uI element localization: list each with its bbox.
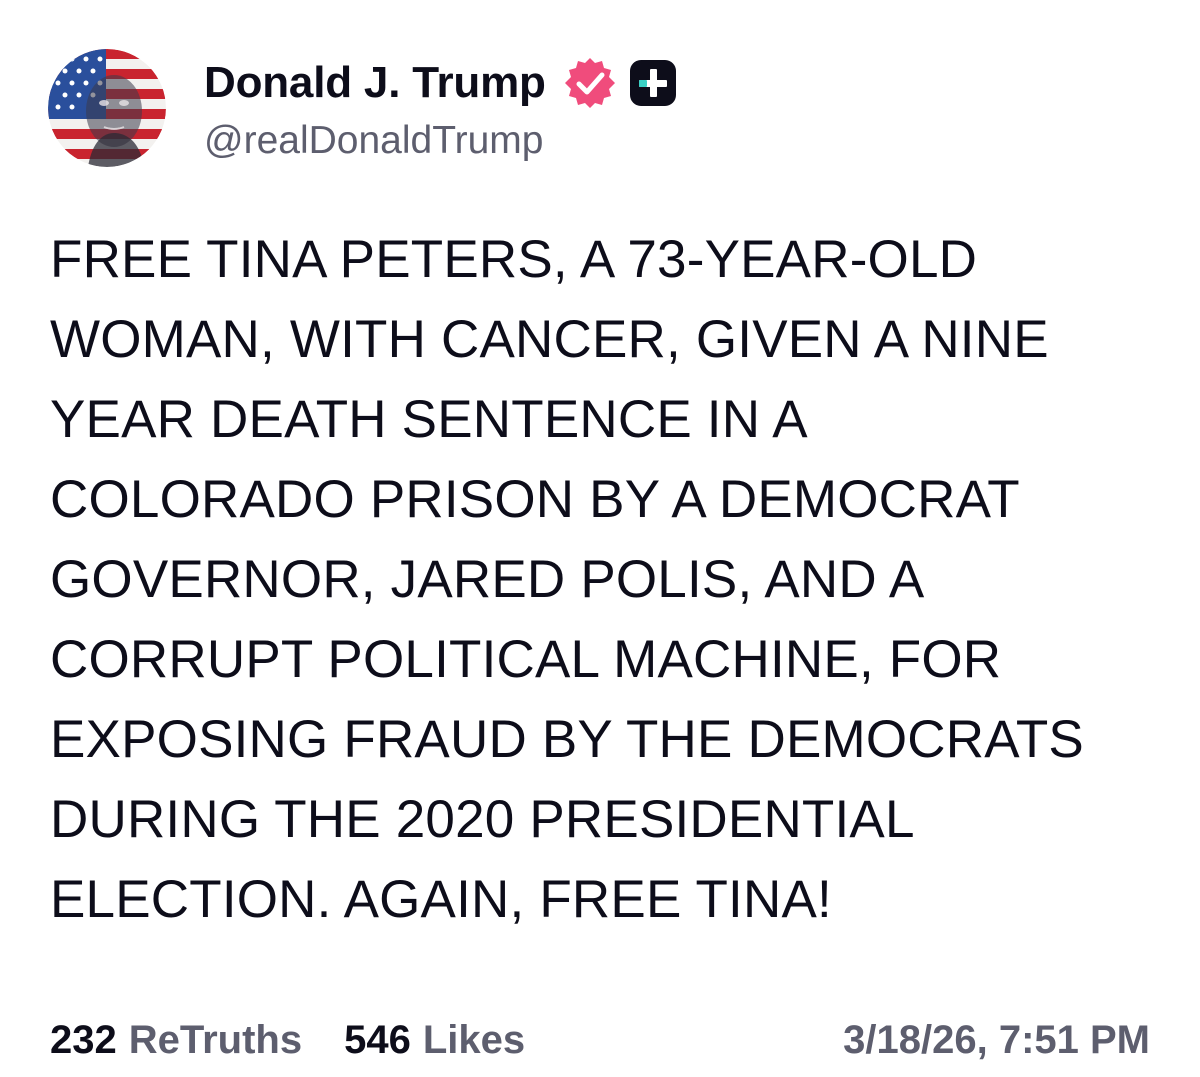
post-body-line: CORRUPT POLITICAL MACHINE, FOR [50, 630, 1002, 689]
likes-stat[interactable]: 546 Likes [344, 1018, 525, 1063]
post-timestamp[interactable]: 3/18/26, 7:51 PM [843, 1018, 1150, 1063]
retruths-stat[interactable]: 232 ReTruths [50, 1018, 302, 1063]
post-card: Donald J. Trump @realDonaldTrump FREE TI… [0, 0, 1200, 1077]
avatar-flag-portrait-icon [48, 49, 166, 167]
post-footer: 232 ReTruths 546 Likes 3/18/26, 7:51 PM [50, 1012, 1150, 1068]
plus-badge-icon [628, 58, 678, 108]
post-body-line: ELECTION. AGAIN, FREE TINA! [50, 870, 832, 929]
post-body-line: WOMAN, WITH CANCER, GIVEN A NINE [50, 310, 1049, 369]
post-body-line: FREE TINA PETERS, A 73-YEAR-OLD [50, 230, 978, 289]
author-handle[interactable]: @realDonaldTrump [204, 119, 678, 163]
post-body-line: DURING THE 2020 PRESIDENTIAL [50, 790, 915, 849]
verified-badge-icon [562, 55, 618, 111]
name-row: Donald J. Trump [204, 53, 678, 113]
post-body-line: YEAR DEATH SENTENCE IN A [50, 390, 808, 449]
post-body-line: COLORADO PRISON BY A DEMOCRAT [50, 470, 1020, 529]
likes-label: Likes [422, 1017, 526, 1062]
retruths-count: 232 [50, 1017, 117, 1062]
author-identity: Donald J. Trump @realDonaldTrump [204, 53, 678, 163]
avatar[interactable] [48, 49, 166, 167]
post-body-line: GOVERNOR, JARED POLIS, AND A [50, 550, 925, 609]
post-header: Donald J. Trump @realDonaldTrump [48, 48, 678, 168]
post-body-line: EXPOSING FRAUD BY THE DEMOCRATS [50, 710, 1084, 769]
retruths-label: ReTruths [128, 1017, 303, 1062]
likes-count: 546 [344, 1017, 411, 1062]
post-body: FREE TINA PETERS, A 73-YEAR-OLD WOMAN, W… [50, 220, 1160, 940]
display-name[interactable]: Donald J. Trump [204, 58, 546, 108]
